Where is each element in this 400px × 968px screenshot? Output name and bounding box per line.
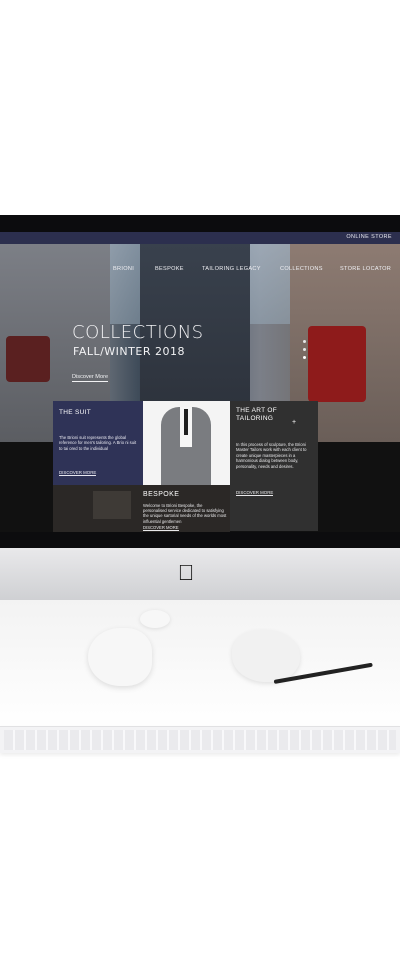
crumpled-paper [232, 630, 300, 682]
tie-image [184, 409, 188, 435]
discover-more-button[interactable]: Discover More [72, 374, 109, 382]
nav-item-brioni[interactable]: BRIONI [113, 266, 134, 272]
carousel-dot[interactable] [303, 348, 306, 351]
briefcase-image [308, 326, 366, 402]
bespoke-image [93, 491, 131, 519]
keyboard-keys [4, 730, 396, 750]
nav-item-store-locator[interactable]: STORE LOCATOR [340, 266, 391, 272]
monitor-chin [0, 548, 400, 600]
art-text: In this process of sculpture, the Brioni… [236, 442, 307, 469]
carousel-dots [302, 340, 308, 370]
art-of-tailoring-panel: THE ART OF TAILORING + In this process o… [230, 401, 318, 531]
suit-text: The Brioni suit represents the global re… [59, 435, 137, 451]
apple-icon:  [176, 561, 196, 585]
keyboard [0, 726, 400, 753]
bird-figurine [88, 628, 152, 686]
suit-panel: THE SUIT The Brioni suit represents the … [53, 401, 143, 485]
online-store-link[interactable]: ONLINE STORE [346, 234, 392, 240]
carousel-dot[interactable] [303, 340, 306, 343]
top-bar: ONLINE STORE [0, 232, 400, 244]
nav-item-collections[interactable]: COLLECTIONS [280, 266, 323, 272]
bird-figurine-head [140, 610, 170, 628]
bespoke-panel: BESPOKE Welcome to Brioni Bespoke, the p… [53, 485, 230, 532]
hero-subtitle: FALL/WINTER 2018 [73, 345, 185, 358]
website-screen: ONLINE STORE BRIONI BESPOKE TAILORING LE… [0, 232, 400, 532]
bespoke-title: BESPOKE [143, 491, 180, 498]
main-nav: BRIONI BESPOKE TAILORING LEGACY COLLECTI… [105, 266, 400, 278]
suit-photo [143, 401, 230, 485]
hero-title: COLLECTIONS [72, 322, 204, 343]
desk-surface [0, 600, 400, 730]
nav-item-tailoring-legacy[interactable]: TAILORING LEGACY [202, 266, 261, 272]
plus-icon[interactable]: + [292, 419, 296, 426]
bespoke-discover-link[interactable]: DISCOVER MORE [143, 525, 179, 531]
suit-title: THE SUIT [59, 409, 92, 416]
suit-discover-link[interactable]: DISCOVER MORE [59, 470, 97, 476]
bespoke-text: Welcome to Brioni Bespoke, the personali… [143, 503, 227, 524]
bag-image [6, 336, 50, 382]
carousel-dot-active[interactable] [303, 356, 306, 359]
art-discover-link[interactable]: DISCOVER MORE [236, 490, 274, 496]
art-title: THE ART OF TAILORING [236, 407, 278, 422]
nav-item-bespoke[interactable]: BESPOKE [155, 266, 184, 272]
